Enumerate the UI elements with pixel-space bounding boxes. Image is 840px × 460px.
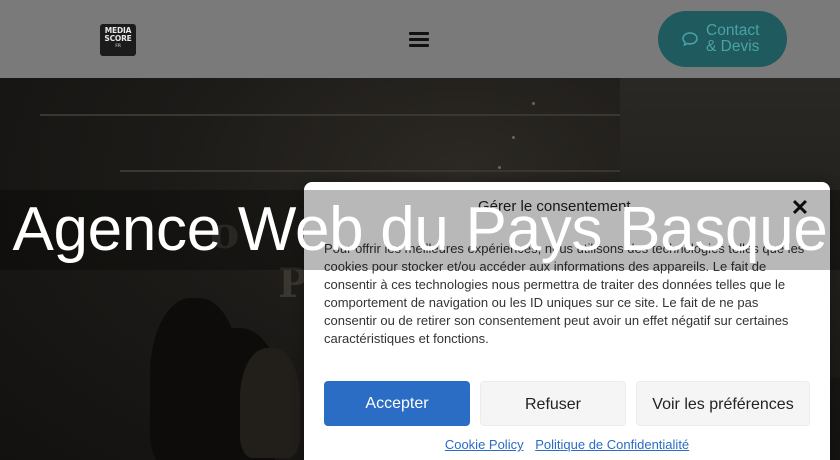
site-header: MEDIA SCORE FR Contact & Devis bbox=[0, 0, 840, 78]
ceiling-beam bbox=[40, 114, 620, 116]
ceiling-light bbox=[532, 102, 535, 105]
ceiling-light bbox=[512, 136, 515, 139]
monitor-silhouette bbox=[240, 348, 300, 458]
logo-line-2: SCORE bbox=[104, 34, 132, 43]
logo-line-3: FR bbox=[115, 43, 121, 48]
ceiling-light bbox=[498, 166, 501, 169]
contact-devis-label: Contact & Devis bbox=[706, 22, 760, 55]
refuse-button[interactable]: Refuser bbox=[480, 381, 626, 426]
contact-devis-button[interactable]: Contact & Devis bbox=[658, 11, 787, 67]
policy-links: Cookie Policy Politique de Confidentiali… bbox=[304, 437, 830, 452]
ceiling-beam bbox=[120, 170, 620, 172]
privacy-policy-link[interactable]: Politique de Confidentialité bbox=[535, 437, 689, 452]
chat-bubble-icon bbox=[682, 32, 698, 47]
menu-icon[interactable] bbox=[409, 32, 429, 47]
accept-button[interactable]: Accepter bbox=[324, 381, 470, 426]
view-preferences-button[interactable]: Voir les préférences bbox=[636, 381, 810, 426]
media-score-logo[interactable]: MEDIA SCORE FR bbox=[100, 24, 136, 56]
cookie-policy-link[interactable]: Cookie Policy bbox=[445, 437, 524, 452]
hero-title: Agence Web du Pays Basque bbox=[0, 190, 840, 270]
